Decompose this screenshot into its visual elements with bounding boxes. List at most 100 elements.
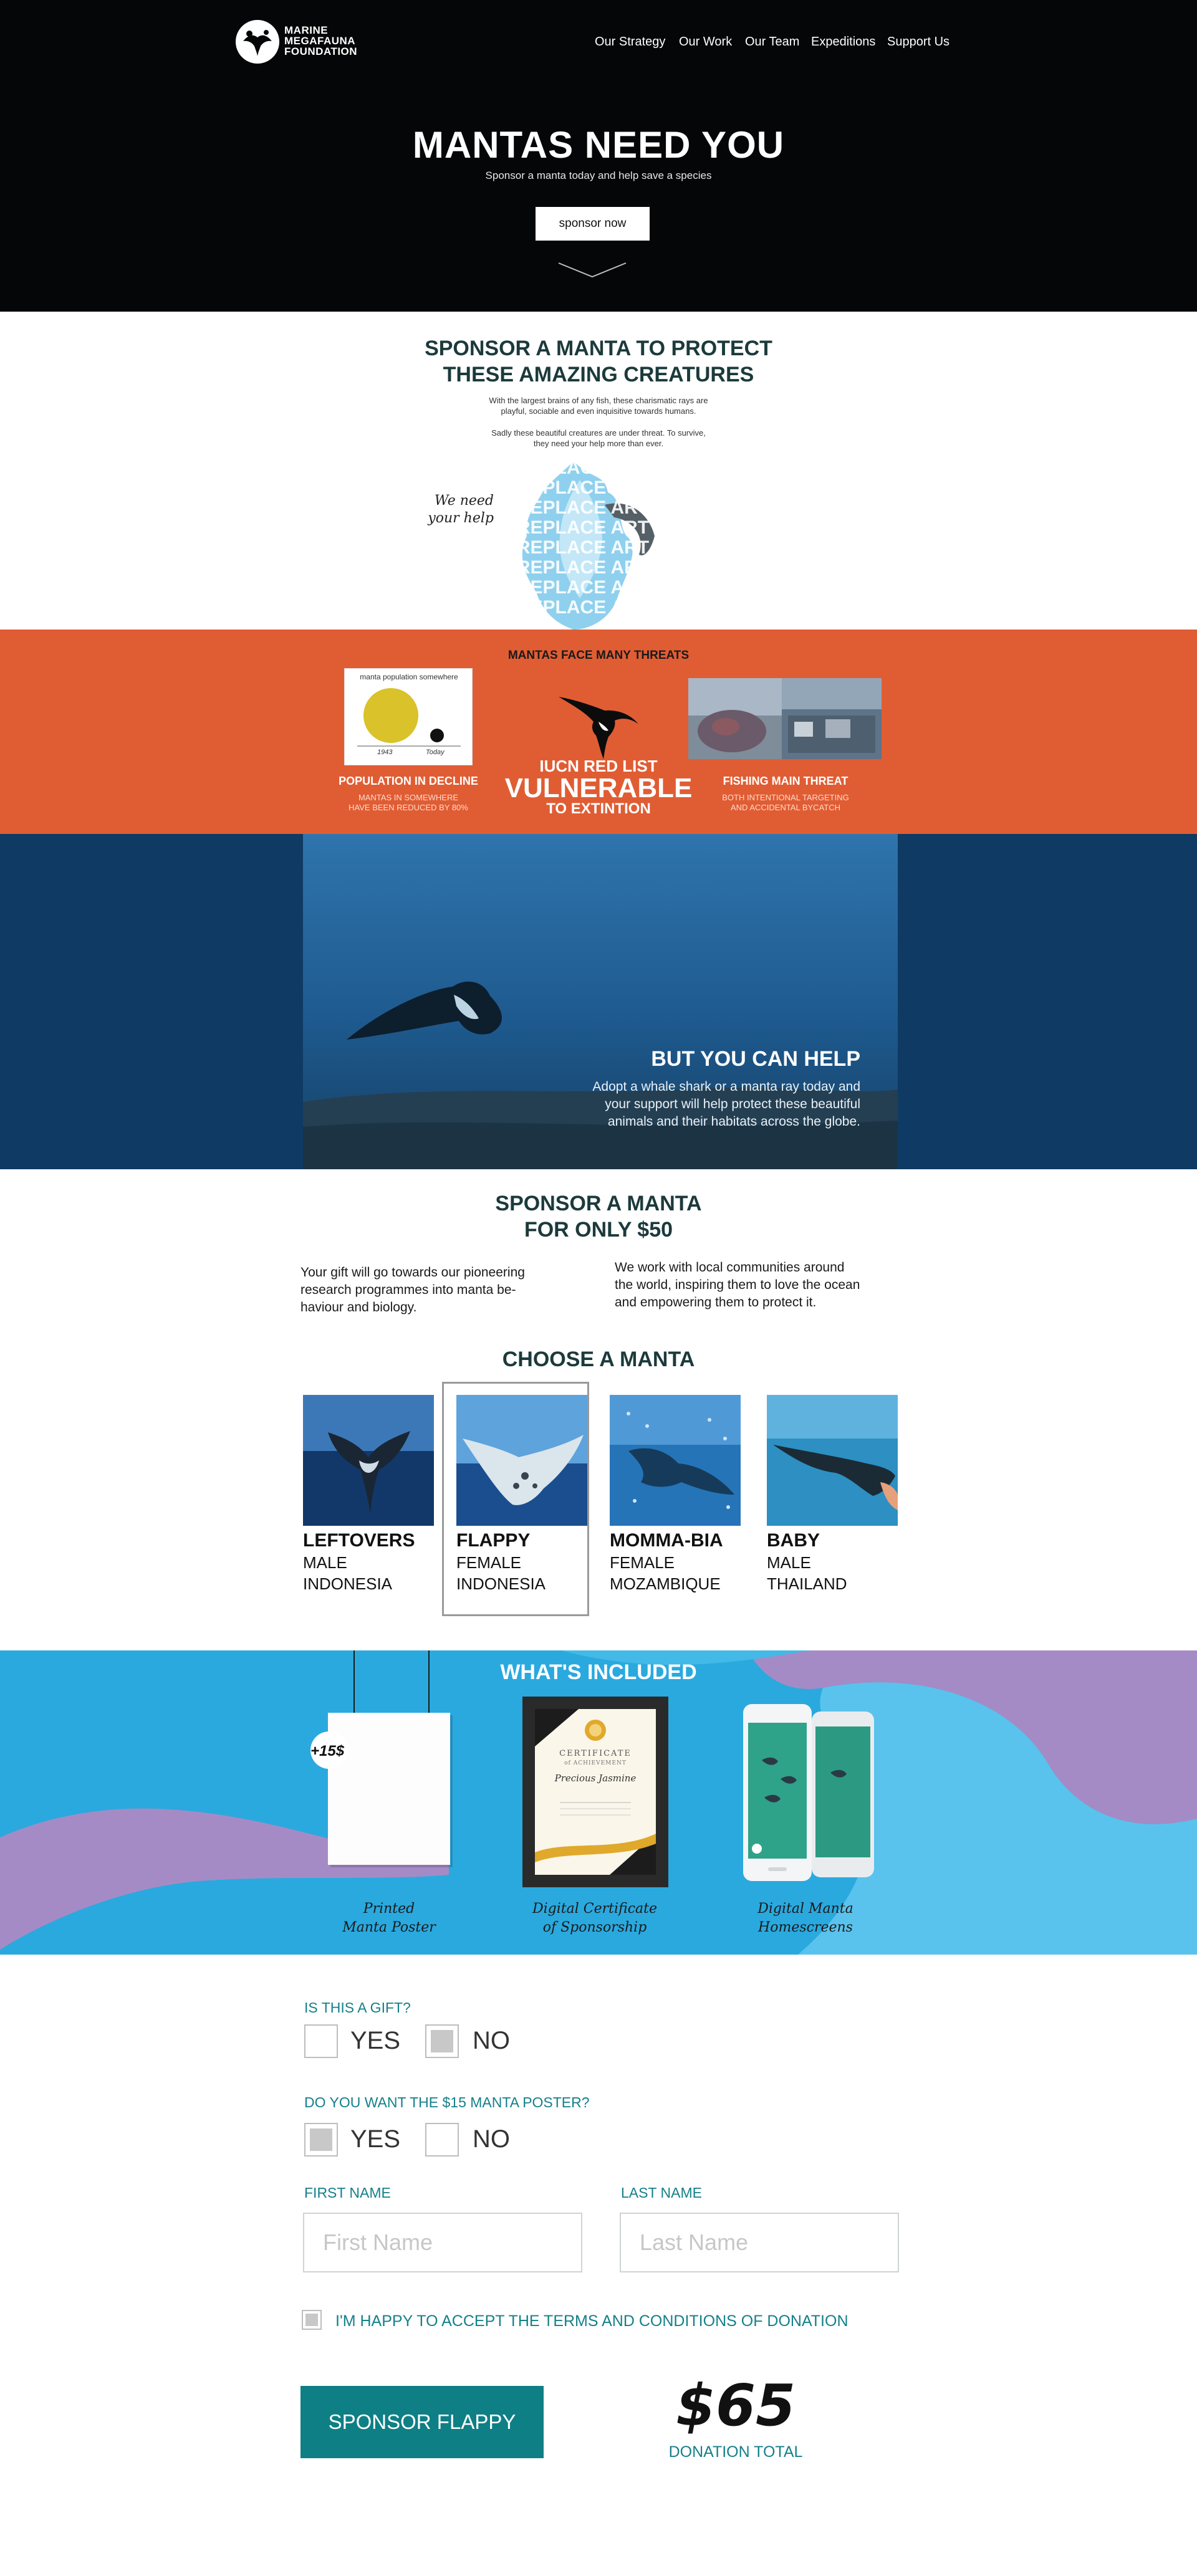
help-note-line-2: your help xyxy=(428,510,494,526)
protect-title-line-1: SPONSOR A MANTA TO PROTECT xyxy=(425,337,772,360)
help-body-line-3: animals and their habitats across the gl… xyxy=(607,1114,860,1129)
logo-wordmark[interactable]: MARINE MEGAFAUNA FOUNDATION xyxy=(284,25,357,57)
manta-photo-flappy xyxy=(456,1395,587,1526)
replace-art-line: REPLACE ART xyxy=(516,557,650,578)
manta-location-leftovers: INDONESIA xyxy=(303,1574,393,1593)
protect-title-line-2: THESE AMAZING CREATURES xyxy=(443,363,754,386)
logo-line-1: MARINE xyxy=(284,24,329,36)
protect-paragraph-1: With the largest brains of any fish, the… xyxy=(0,395,1197,416)
protect-p2-line-2: they need your help more than ever. xyxy=(533,439,664,448)
poster-question: DO YOU WANT THE $15 MANTA POSTER? xyxy=(304,2094,590,2110)
included-homescreens-line-1: Digital Manta xyxy=(757,1901,853,1917)
manta-name-baby: BABY xyxy=(767,1530,820,1551)
hero-subtitle: Sponsor a manta today and help save a sp… xyxy=(485,170,712,181)
manta-sex-leftovers: MALE xyxy=(303,1553,347,1572)
we-need-help-note: We need your help xyxy=(424,492,494,527)
replace-art-line: REPLACE ART xyxy=(516,577,650,598)
sponsor-right-line-2: the world, inspiring them to love the oc… xyxy=(615,1278,860,1292)
manta-logo-icon[interactable] xyxy=(236,20,279,64)
chevron-down-icon[interactable] xyxy=(557,261,627,279)
poster-no-label[interactable]: NO xyxy=(473,2125,510,2153)
population-chart: manta population somewhere 1943 Today xyxy=(344,668,473,765)
population-decline-text: MANTAS IN SOMEWHERE HAVE BEEN REDUCED BY… xyxy=(318,793,499,813)
manta-location-flappy: INDONESIA xyxy=(456,1574,546,1593)
first-name-label: FIRST NAME xyxy=(304,2185,391,2201)
included-poster-line-1: Printed xyxy=(363,1901,415,1917)
sponsor-title-line-1: SPONSOR A MANTA xyxy=(495,1192,702,1215)
manta-card-momma-bia[interactable]: MOMMA-BIA FEMALE MOZAMBIQUE xyxy=(602,1384,746,1614)
nav-our-work[interactable]: Our Work xyxy=(679,35,732,49)
manta-location-momma-bia: MOZAMBIQUE xyxy=(610,1574,721,1593)
sponsor-right-line-1: We work with local communities around xyxy=(615,1260,845,1275)
sponsor-left-line-1: Your gift will go towards our pioneering xyxy=(300,1265,525,1280)
included-label-certificate: Digital Certificate of Sponsorship xyxy=(514,1900,676,1937)
replace-art-line: REPLACE ART xyxy=(516,517,650,538)
fishing-threat-line-2: AND ACCIDENTAL BYCATCH xyxy=(730,803,840,812)
chart-label-1943: 1943 xyxy=(377,749,393,756)
fishing-threat-title: FISHING MAIN THREAT xyxy=(723,775,848,787)
sponsor-right-line-3: and empowering them to protect it. xyxy=(615,1295,817,1310)
help-body-line-1: Adopt a whale shark or a manta ray today… xyxy=(592,1080,860,1094)
included-poster-line-2: Manta Poster xyxy=(342,1920,436,1935)
phone-homescreens-illustration xyxy=(743,1704,874,1881)
nav-our-team[interactable]: Our Team xyxy=(745,35,799,49)
last-name-field[interactable] xyxy=(620,2213,899,2272)
help-body-line-2: your support will help protect these bea… xyxy=(605,1097,860,1111)
terms-checkbox[interactable] xyxy=(302,2310,322,2330)
certificate-recipient: Precious Jasmine xyxy=(554,1773,637,1784)
manta-sex-baby: MALE xyxy=(767,1553,811,1572)
poster-no-checkbox[interactable] xyxy=(425,2123,459,2157)
help-body: Adopt a whale shark or a manta ray today… xyxy=(549,1078,860,1131)
terms-label[interactable]: I'M HAPPY TO ACCEPT THE TERMS AND CONDIT… xyxy=(335,2312,848,2330)
manta-silhouette-icon xyxy=(559,697,638,759)
certificate-heading: CERTIFICATE xyxy=(559,1749,632,1758)
threats-title: MANTAS FACE MANY THREATS xyxy=(507,649,690,662)
sponsor-submit-button[interactable]: SPONSOR FLAPPY xyxy=(300,2386,544,2458)
fishing-threat-text: BOTH INTENTIONAL TARGETING AND ACCIDENTA… xyxy=(692,793,879,813)
last-name-label: LAST NAME xyxy=(621,2185,702,2201)
help-note-line-1: We need xyxy=(434,493,494,509)
population-decline-line-2: HAVE BEEN REDUCED BY 80% xyxy=(349,803,468,812)
protect-paragraph-2: Sadly these beautiful creatures are unde… xyxy=(0,428,1197,449)
gift-yes-checkbox[interactable] xyxy=(304,2024,338,2058)
logo-line-3: FOUNDATION xyxy=(284,45,358,57)
poster-yes-label[interactable]: YES xyxy=(350,2125,400,2153)
gift-no-checkbox[interactable] xyxy=(425,2024,459,2058)
manta-card-leftovers[interactable]: LEFTOVERS MALE INDONESIA xyxy=(297,1384,440,1614)
hero-title: MANTAS NEED YOU xyxy=(412,124,785,166)
sponsor-now-button[interactable]: sponsor now xyxy=(536,207,650,241)
population-chart-plot xyxy=(357,688,461,747)
donation-total-label: DONATION TOTAL xyxy=(668,2443,803,2461)
manta-location-baby: THAILAND xyxy=(767,1574,847,1593)
included-certificate-line-2: of Sponsorship xyxy=(542,1920,647,1935)
poster-yes-checkbox[interactable] xyxy=(304,2123,338,2157)
population-1943-circle xyxy=(363,688,418,743)
protect-p2-line-1: Sadly these beautiful creatures are unde… xyxy=(491,428,706,438)
included-homescreens-line-2: Homescreens xyxy=(758,1920,853,1935)
nav-our-strategy[interactable]: Our Strategy xyxy=(595,35,665,49)
replace-art-line: REPLACE ART xyxy=(516,457,650,478)
logo-line-2: MEGAFAUNA xyxy=(284,35,356,47)
included-certificate-line-1: Digital Certificate xyxy=(532,1901,657,1917)
sponsor-left-line-3: haviour and biology. xyxy=(300,1300,417,1314)
population-today-circle xyxy=(430,729,444,742)
population-decline-line-1: MANTAS IN SOMEWHERE xyxy=(358,793,459,802)
manta-photo-baby xyxy=(767,1395,898,1526)
gift-yes-label[interactable]: YES xyxy=(350,2027,400,2055)
manta-card-flappy[interactable]: FLAPPY FEMALE INDONESIA xyxy=(442,1382,589,1616)
manta-card-baby[interactable]: BABY MALE THAILAND xyxy=(759,1384,903,1614)
donation-total-amount: $65 xyxy=(675,2372,796,2439)
gift-question: IS THIS A GIFT? xyxy=(304,1999,411,2016)
manta-sex-flappy: FEMALE xyxy=(456,1553,522,1572)
fishing-photo xyxy=(688,678,882,759)
gift-no-label[interactable]: NO xyxy=(473,2027,510,2055)
first-name-field[interactable] xyxy=(303,2213,582,2272)
help-title: BUT YOU CAN HELP xyxy=(651,1047,860,1071)
certificate-subheading: of ACHIEVEMENT xyxy=(564,1760,627,1766)
nav-support-us[interactable]: Support Us xyxy=(887,35,949,49)
protect-title: SPONSOR A MANTA TO PROTECT THESE AMAZING… xyxy=(0,335,1197,388)
population-decline-title: POPULATION IN DECLINE xyxy=(339,775,478,787)
nav-expeditions[interactable]: Expeditions xyxy=(811,35,875,49)
replace-art-line: REPLACE ART xyxy=(516,477,650,498)
sponsor-fifty-title: SPONSOR A MANTA FOR ONLY $50 xyxy=(0,1190,1197,1243)
